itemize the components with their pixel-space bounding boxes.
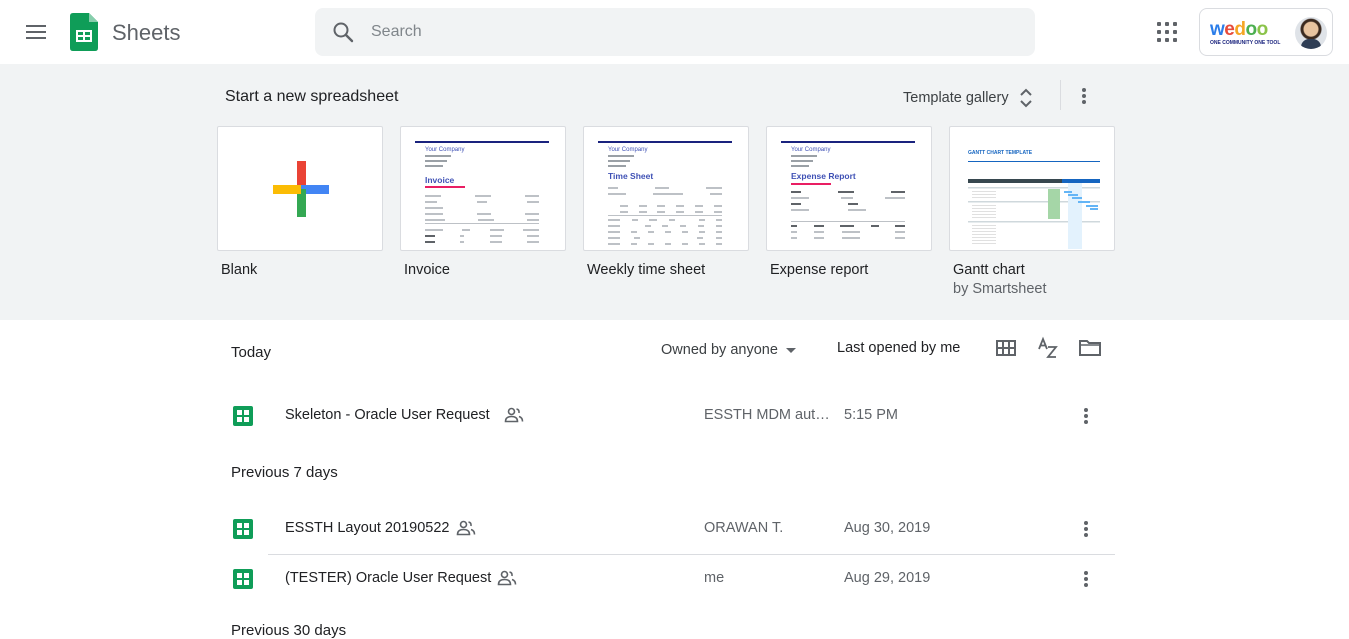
doc-rule [608, 215, 722, 216]
shared-people-icon [456, 520, 476, 536]
plus-icon [273, 161, 329, 217]
template-author: by Smartsheet [953, 281, 1047, 297]
gantt-thumb-grid [968, 179, 1100, 249]
doc-rows [608, 219, 722, 249]
owner-filter-label: Owned by anyone [661, 342, 778, 358]
template-thumbnail[interactable]: Your Company Invoice [400, 126, 566, 251]
template-thumbnail[interactable]: Your Company Expense Report [766, 126, 932, 251]
more-vert-icon[interactable] [1076, 404, 1096, 428]
section-title-previous-30-days: Previous 30 days [231, 622, 347, 639]
sort-button[interactable]: Last opened by me [837, 340, 960, 356]
more-vert-icon[interactable] [1076, 567, 1096, 591]
sheets-file-icon [233, 569, 253, 589]
gantt-thumb-title: GANTT CHART TEMPLATE [968, 150, 1033, 156]
doc-subtitle [425, 186, 465, 188]
file-row[interactable]: (TESTER) Oracle User Request me Aug 29, … [216, 555, 1116, 603]
doc-title: Time Sheet [608, 171, 654, 181]
doc-fields [425, 195, 539, 225]
main-menu-icon[interactable] [24, 20, 48, 44]
more-vert-icon[interactable] [1076, 517, 1096, 541]
search-input[interactable] [371, 20, 1011, 44]
template-weekly-time-sheet[interactable]: Your Company Time Sheet Weekly time shee… [583, 126, 749, 278]
template-section-title: Start a new spreadsheet [225, 88, 399, 105]
template-thumbnail[interactable]: Your Company Time Sheet [583, 126, 749, 251]
template-name: Blank [221, 262, 258, 278]
grid-view-icon[interactable] [994, 336, 1018, 360]
doc-header-rule [781, 141, 915, 143]
google-apps-icon[interactable] [1155, 20, 1179, 44]
arrow-drop-down-icon [785, 347, 796, 353]
shared-people-icon [497, 570, 517, 586]
band-divider [1060, 80, 1061, 110]
template-gantt-chart[interactable]: GANTT CHART TEMPLATE Gantt chart by Smar… [949, 126, 1115, 297]
template-thumbnail[interactable] [217, 126, 383, 251]
doc-rule [425, 223, 539, 224]
file-owner: ORAWAN T. [704, 520, 784, 536]
doc-fields [791, 191, 905, 215]
template-name: Weekly time sheet [587, 262, 706, 278]
doc-fields [608, 187, 722, 199]
doc-table [791, 225, 905, 243]
sheets-logo-icon[interactable] [70, 13, 98, 51]
search-icon[interactable] [331, 20, 355, 44]
app-header: Sheets wedoo ONE COMMUNITY ONE TOOL [0, 0, 1349, 64]
section-title-today: Today [231, 344, 272, 361]
file-last-opened: 5:15 PM [844, 407, 898, 423]
search-bar[interactable] [315, 8, 1035, 56]
brand-tagline: ONE COMMUNITY ONE TOOL [1210, 40, 1281, 46]
owner-filter-dropdown[interactable]: Owned by anyone [661, 340, 796, 360]
brand-wordmark: wedoo [1210, 19, 1268, 40]
template-expense-report[interactable]: Your Company Expense Report Expense repo… [766, 126, 932, 278]
doc-header-rule [415, 141, 549, 143]
file-row[interactable]: Skeleton - Oracle User Request ESSTH MDM… [216, 392, 1116, 440]
section-title-previous-7-days: Previous 7 days [231, 464, 338, 481]
shared-people-icon [504, 407, 524, 423]
doc-address-lines [791, 155, 817, 170]
template-invoice[interactable]: Your Company Invoice Invoice [400, 126, 566, 278]
template-section: Start a new spreadsheet Template gallery… [0, 64, 1349, 320]
doc-company: Your Company [425, 147, 465, 153]
template-blank[interactable]: Blank [217, 126, 383, 278]
template-thumbnail[interactable]: GANTT CHART TEMPLATE [949, 126, 1115, 251]
doc-header-rule [598, 141, 732, 143]
doc-title: Expense Report [791, 171, 856, 181]
file-owner: me [704, 570, 725, 586]
template-gallery-label: Template gallery [903, 90, 1009, 106]
file-last-opened: Aug 29, 2019 [844, 570, 931, 586]
wedoo-brand-logo: wedoo ONE COMMUNITY ONE TOOL [1210, 19, 1284, 49]
sheets-file-icon [233, 519, 253, 539]
doc-company: Your Company [608, 147, 648, 153]
template-name: Invoice [404, 262, 450, 278]
template-name: Gantt chart [953, 262, 1025, 278]
user-avatar[interactable] [1295, 17, 1327, 49]
file-row[interactable]: ESSTH Layout 20190522 ORAWAN T. Aug 30, … [216, 505, 1116, 553]
file-name: (TESTER) Oracle User Request [285, 570, 492, 586]
template-name: Expense report [770, 262, 869, 278]
folder-picker-icon[interactable] [1078, 336, 1102, 360]
more-vert-icon[interactable] [1074, 84, 1094, 108]
file-owner: ESSTH MDM auto... [704, 407, 830, 423]
account-switcher[interactable]: wedoo ONE COMMUNITY ONE TOOL [1199, 8, 1333, 56]
doc-title: Invoice [425, 175, 455, 185]
sheets-file-icon [233, 406, 253, 426]
doc-table [425, 229, 539, 247]
file-name: Skeleton - Oracle User Request [285, 407, 490, 423]
doc-company: Your Company [791, 147, 831, 153]
doc-address-lines [425, 155, 451, 170]
doc-address-lines [608, 155, 634, 170]
doc-subtitle [791, 183, 831, 185]
unfold-more-icon [1019, 88, 1032, 108]
template-gallery-button[interactable]: Template gallery [903, 86, 1033, 110]
gantt-thumb-rule [968, 161, 1100, 162]
sort-az-icon[interactable] [1036, 336, 1060, 360]
app-name[interactable]: Sheets [112, 20, 181, 46]
file-last-opened: Aug 30, 2019 [844, 520, 931, 536]
doc-rule [791, 221, 905, 222]
file-name: ESSTH Layout 20190522 [285, 520, 450, 536]
